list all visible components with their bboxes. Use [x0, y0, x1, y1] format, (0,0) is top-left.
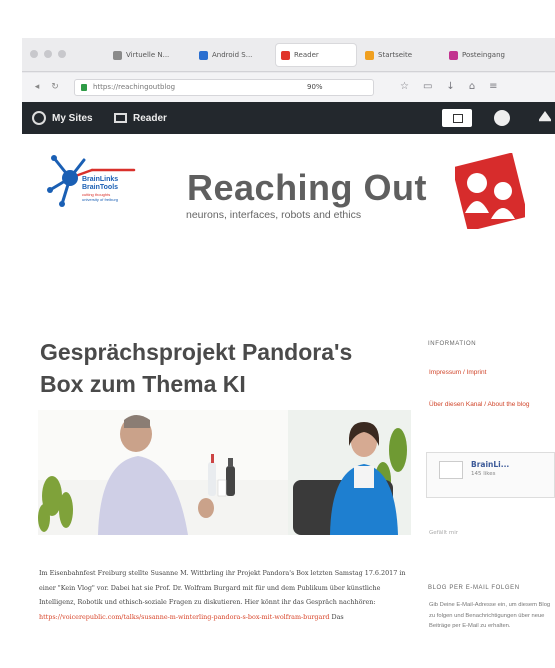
back-arrow-icon[interactable]: ◂ — [32, 82, 42, 92]
tab-3-active[interactable]: Reader — [276, 44, 356, 66]
user-avatar[interactable] — [494, 110, 510, 126]
logo-text-brainlinks: BrainLinks — [82, 176, 119, 183]
tab-favicon-icon — [365, 50, 374, 60]
wp-admin-bar: My Sites Reader — [22, 102, 555, 134]
toolbar-icons: ☆ ▭ ↓ ⌂ ≡ — [400, 81, 498, 92]
tab-2[interactable]: Android S... — [194, 44, 272, 66]
tab-label: Posteingang — [462, 51, 505, 59]
site-title[interactable]: Reaching Out — [187, 167, 427, 209]
tab-bar: Virtuelle N... Android S... Reader Start… — [22, 38, 555, 72]
tab-5[interactable]: Posteingang — [444, 44, 534, 66]
post-hero-image — [38, 410, 411, 535]
reader-label: Reader — [133, 112, 167, 124]
tab-1[interactable]: Virtuelle N... — [108, 44, 190, 66]
star-icon[interactable]: ☆ — [400, 81, 409, 92]
tab-label: Virtuelle N... — [126, 51, 170, 59]
my-sites-button[interactable]: My Sites — [32, 102, 93, 134]
tab-favicon-icon — [113, 50, 122, 60]
minimize-window-button[interactable] — [44, 50, 52, 58]
facebook-like-button[interactable]: Gefällt mir — [429, 530, 458, 536]
maximize-window-button[interactable] — [58, 50, 66, 58]
sidebar-follow-heading: Blog per E-Mail folgen — [428, 585, 520, 591]
tab-favicon-icon — [199, 50, 208, 60]
download-icon[interactable]: ↓ — [446, 81, 454, 92]
facebook-page-thumbnail — [439, 461, 463, 479]
url-text: https://reachingoutblog — [93, 83, 176, 91]
tab-label: Startseite — [378, 51, 413, 59]
write-post-button[interactable] — [442, 109, 472, 127]
tab-label: Android S... — [212, 51, 253, 59]
facebook-page-name[interactable]: BrainLi... — [471, 460, 509, 469]
reload-icon[interactable]: ↻ — [50, 82, 60, 92]
navigation-bar: ◂ ↻ https://reachingoutblog 90% ☆ ▭ ↓ ⌂ … — [22, 73, 555, 102]
facebook-widget[interactable]: BrainLi... 145 likes — [426, 452, 555, 498]
library-icon[interactable]: ▭ — [423, 81, 432, 92]
post-body-text: Im Eisenbahnfest Freiburg stellte Susann… — [39, 569, 406, 607]
notifications-icon[interactable] — [539, 111, 551, 122]
logo-text-university: university of freiburg — [82, 197, 119, 202]
my-sites-label: My Sites — [52, 112, 93, 124]
tab-favicon-icon — [281, 50, 290, 60]
facebook-likes-count: 145 likes — [471, 471, 496, 477]
sidebar-link-imprint[interactable]: Impressum / Imprint — [429, 367, 549, 378]
wordpress-icon — [32, 111, 46, 125]
menu-icon[interactable]: ≡ — [489, 81, 497, 92]
logo-text-braintools: BrainTools — [82, 184, 119, 191]
tab-label: Reader — [294, 51, 319, 59]
brainlinks-logo[interactable]: BrainLinks BrainTools cutting thoughts u… — [40, 150, 140, 222]
zoom-level[interactable]: 90% — [307, 83, 323, 91]
sidebar-follow-text: Gib Deine E-Mail-Adresse ein, um diesem … — [429, 602, 551, 629]
reaching-out-logo-graphic — [451, 152, 529, 232]
interview-photo — [38, 410, 411, 535]
address-bar[interactable]: https://reachingoutblog 90% — [74, 79, 374, 96]
browser-chrome: Virtuelle N... Android S... Reader Start… — [22, 38, 555, 102]
post-link[interactable]: https://voicerepublic.com/talks/susanne-… — [39, 613, 329, 621]
reader-icon — [114, 113, 127, 123]
lock-icon — [81, 84, 87, 91]
post-body: Im Eisenbahnfest Freiburg stellte Susann… — [39, 566, 411, 624]
reader-button[interactable]: Reader — [114, 102, 167, 134]
tab-favicon-icon — [449, 50, 458, 60]
window-controls — [30, 50, 66, 58]
close-window-button[interactable] — [30, 50, 38, 58]
sidebar-link-about[interactable]: Über diesen Kanal / About the blog — [429, 399, 549, 410]
reaching-out-logo[interactable] — [451, 152, 529, 232]
site-tagline: neurons, interfaces, robots and ethics — [186, 209, 362, 221]
tab-4[interactable]: Startseite — [360, 44, 440, 66]
post-body-text-end: Das — [329, 612, 344, 621]
home-icon[interactable]: ⌂ — [469, 81, 475, 92]
post-title[interactable]: Gesprächsprojekt Pandora's Box zum Thema… — [40, 336, 400, 400]
sidebar-info-heading: Information — [428, 341, 477, 347]
